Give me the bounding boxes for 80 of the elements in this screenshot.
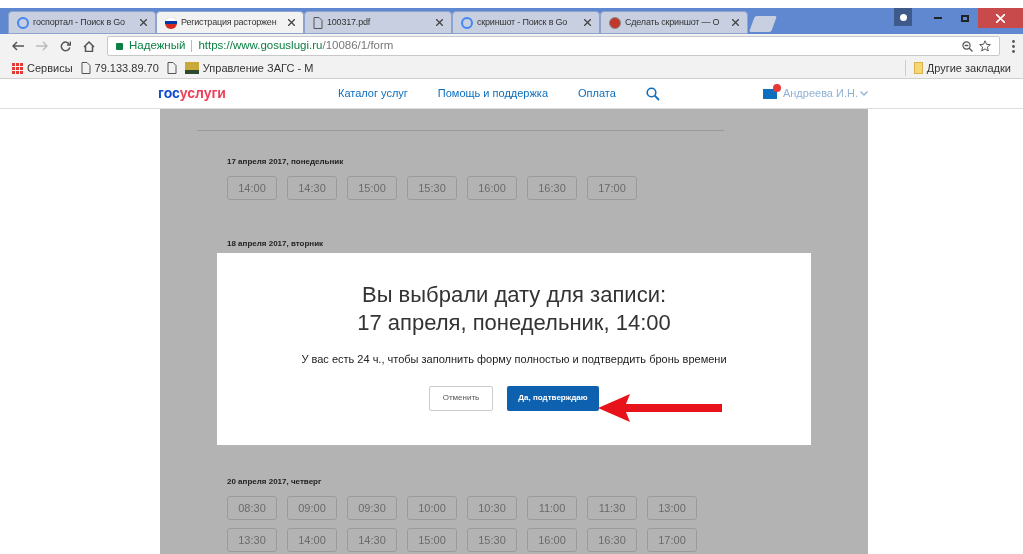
time-slot-button[interactable]: 14:30 — [287, 176, 337, 200]
page-icon — [313, 16, 323, 29]
flag-icon — [165, 16, 177, 29]
menu-icon[interactable] — [1012, 39, 1015, 53]
close-icon[interactable] — [288, 19, 295, 26]
browser-tab[interactable]: госпортал - Поиск в Go — [8, 11, 156, 34]
tab-title: 100317.pdf — [327, 15, 372, 29]
time-slot-button[interactable]: 10:00 — [407, 496, 457, 520]
date-heading: 17 апреля 2017, понедельник — [227, 156, 345, 168]
time-slot-button[interactable]: 08:30 — [227, 496, 277, 520]
nav-link[interactable]: Каталог услуг — [337, 85, 408, 102]
time-slot-button[interactable]: 13:00 — [647, 496, 697, 520]
time-slot-button[interactable]: 16:30 — [527, 176, 577, 200]
other-bookmarks[interactable]: Другие закладки — [913, 59, 1011, 77]
close-icon[interactable] — [436, 19, 443, 26]
close-button[interactable] — [978, 8, 1023, 28]
address-field[interactable]: Надежный https://www.gosuslugi.ru/10086/1/form — [107, 36, 1000, 56]
close-icon[interactable] — [140, 19, 147, 26]
time-slot-button[interactable]: 15:30 — [467, 528, 517, 552]
apps-grid-icon — [12, 62, 23, 74]
cancel-button[interactable]: Отменить — [429, 385, 493, 411]
dialog-title: Вы выбрали дату для записи: — [361, 281, 667, 309]
url-text: https://www.gosuslugi.ru/10086/1/form — [198, 38, 395, 54]
folder-icon — [913, 62, 923, 74]
google-logo-icon — [17, 16, 29, 29]
time-slot-button[interactable]: 15:30 — [407, 176, 457, 200]
time-slot-button[interactable]: 15:00 — [407, 528, 457, 552]
time-slot-button[interactable]: 14:00 — [287, 528, 337, 552]
time-slot-button[interactable]: 17:00 — [647, 528, 697, 552]
time-slot-button[interactable]: 11:00 — [527, 496, 577, 520]
profile-icon[interactable] — [894, 8, 912, 26]
nav-link[interactable]: Помощь и поддержка — [437, 85, 548, 102]
page-icon — [80, 62, 91, 74]
time-slot-button[interactable]: 10:30 — [467, 496, 517, 520]
close-icon[interactable] — [732, 19, 739, 26]
site-logo[interactable]: госуслуги — [158, 83, 226, 104]
bookmark-item[interactable]: 79.133.89.70 — [80, 59, 159, 77]
page-icon — [166, 62, 177, 74]
close-icon[interactable] — [584, 19, 591, 26]
tab-title: Регистрация расторжен — [181, 15, 278, 29]
browser-tab[interactable]: скриншот - Поиск в Go — [452, 11, 600, 34]
app-icon — [609, 16, 621, 29]
star-icon[interactable] — [979, 40, 991, 52]
google-logo-icon — [461, 16, 473, 29]
tab-title: Сделать скриншот — О — [625, 15, 721, 29]
reload-icon[interactable] — [60, 40, 71, 52]
home-icon[interactable] — [83, 40, 95, 52]
dialog-subtitle: 17 апреля, понедельник, 14:00 — [357, 309, 671, 337]
time-slot-button[interactable]: 17:00 — [587, 176, 637, 200]
time-slot-button[interactable]: 13:30 — [227, 528, 277, 552]
browser-tab[interactable]: 100317.pdf — [304, 11, 452, 34]
time-slot-button[interactable]: 15:00 — [347, 176, 397, 200]
time-slot-button[interactable]: 09:30 — [347, 496, 397, 520]
secure-label: Надежный — [129, 38, 186, 54]
close-icon — [996, 13, 1005, 23]
browser-tab[interactable]: Регистрация расторжен — [156, 11, 304, 34]
time-slot-button[interactable]: 09:00 — [287, 496, 337, 520]
time-slot-button[interactable]: 14:30 — [347, 528, 397, 552]
lock-icon — [116, 42, 123, 50]
bookmark-item[interactable] — [166, 62, 177, 74]
date-heading: 18 апреля 2017, вторник — [227, 238, 325, 250]
emblem-icon — [184, 62, 199, 74]
user-menu[interactable]: Андреева И.Н. — [782, 85, 858, 102]
bookmark-item[interactable]: Сервисы — [12, 59, 73, 77]
tab-title: скриншот - Поиск в Go — [477, 15, 569, 29]
nav-link[interactable]: Оплата — [578, 85, 616, 102]
time-slot-button[interactable]: 16:00 — [527, 528, 577, 552]
search-icon[interactable] — [645, 86, 660, 101]
time-slot-button[interactable]: 11:30 — [587, 496, 637, 520]
browser-tab[interactable]: Сделать скриншот — О — [600, 11, 748, 34]
dialog-text: У вас есть 24 ч., чтобы заполнить форму полностью и подтвердить бронь времени — [301, 352, 727, 367]
tab-title: госпортал - Поиск в Go — [33, 15, 126, 29]
back-icon[interactable] — [12, 41, 24, 51]
date-heading: 20 апреля 2017, четверг — [227, 476, 323, 488]
time-slot-button[interactable]: 16:30 — [587, 528, 637, 552]
time-slot-button[interactable]: 16:00 — [467, 176, 517, 200]
confirm-button[interactable]: Да, подтверждаю — [507, 385, 599, 411]
bookmark-item[interactable]: Управление ЗАГС - М — [184, 59, 314, 77]
zoom-out-icon[interactable] — [962, 40, 973, 52]
time-slot-button[interactable]: 14:00 — [227, 176, 277, 200]
